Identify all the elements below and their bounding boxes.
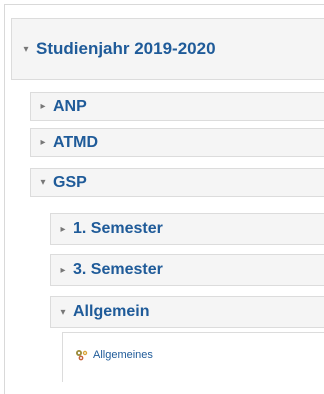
chevron-down-icon: ▾ [60,306,66,318]
gear-cluster-icon [76,350,88,361]
chevron-down-icon: ▾ [23,43,29,55]
chevron-down-icon: ▾ [40,177,46,188]
chevron-right-icon: ▸ [40,137,46,148]
tree-node-label: 3. Semester [73,261,163,278]
chevron-right-icon: ▸ [60,223,66,235]
tree-node-allgemein[interactable]: ▾ Allgemein [50,296,324,328]
tree-node-3-semester[interactable]: ▸ 3. Semester [50,254,324,286]
tree-node-atmd[interactable]: ▸ ATMD [30,128,324,157]
tree-node-studienjahr[interactable]: ▾ Studienjahr 2019-2020 [11,18,324,80]
tree-node-anp[interactable]: ▸ ANP [30,92,324,121]
tree-node-1-semester[interactable]: ▸ 1. Semester [50,213,324,245]
tree-node-label: 1. Semester [73,220,163,237]
tree-node-label: ANP [53,97,87,115]
resource-link-label: Allgemeines [93,349,153,361]
chevron-right-icon: ▸ [60,264,66,276]
tree-node-label: ATMD [53,133,99,151]
tree-node-label: Allgemein [73,303,150,320]
chevron-right-icon: ▸ [40,101,46,112]
tree-node-label: GSP [53,173,87,191]
tree-node-label: Studienjahr 2019-2020 [36,39,216,58]
resource-link-allgemeines[interactable]: Allgemeines [75,349,153,361]
tree-node-gsp[interactable]: ▾ GSP [30,168,324,197]
allgemein-children: Allgemeines [62,332,324,382]
